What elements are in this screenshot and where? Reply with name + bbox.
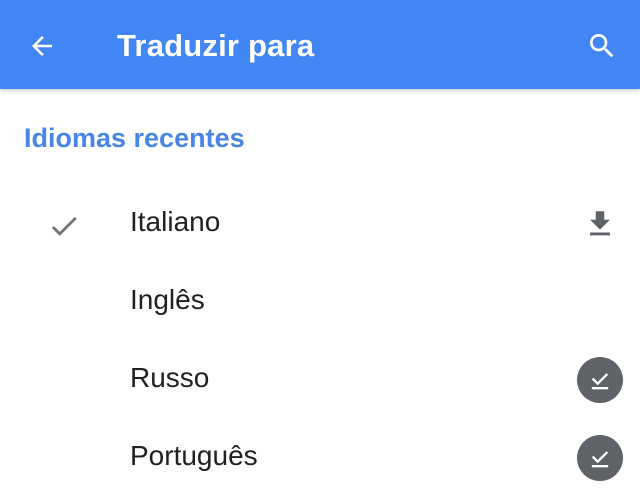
recent-languages-header: Idiomas recentes (24, 123, 245, 153)
language-row-portugues[interactable]: Português (0, 418, 640, 496)
selected-check-icon (44, 206, 84, 246)
language-row-ingles[interactable]: Inglês (0, 262, 640, 340)
arrow-back-icon (32, 36, 52, 56)
downloaded-check-icon (577, 435, 623, 481)
language-label: Português (130, 440, 258, 471)
download-button[interactable] (574, 198, 626, 250)
downloaded-check-icon (577, 357, 623, 403)
search-icon (590, 34, 614, 58)
downloaded-status[interactable] (574, 354, 626, 406)
download-icon (590, 211, 610, 236)
page-title: Traduzir para (117, 28, 315, 63)
language-label: Inglês (130, 284, 205, 315)
app-bar: Traduzir para (0, 0, 640, 89)
downloaded-status[interactable] (574, 432, 626, 484)
language-row-russo[interactable]: Russo (0, 340, 640, 418)
language-row-italiano[interactable]: Italiano (0, 184, 640, 262)
search-button[interactable] (574, 18, 630, 74)
language-list: Italiano Inglês Russo Português (0, 184, 640, 496)
language-label: Italiano (130, 206, 221, 237)
language-label: Russo (130, 362, 210, 393)
back-button[interactable] (14, 18, 70, 74)
